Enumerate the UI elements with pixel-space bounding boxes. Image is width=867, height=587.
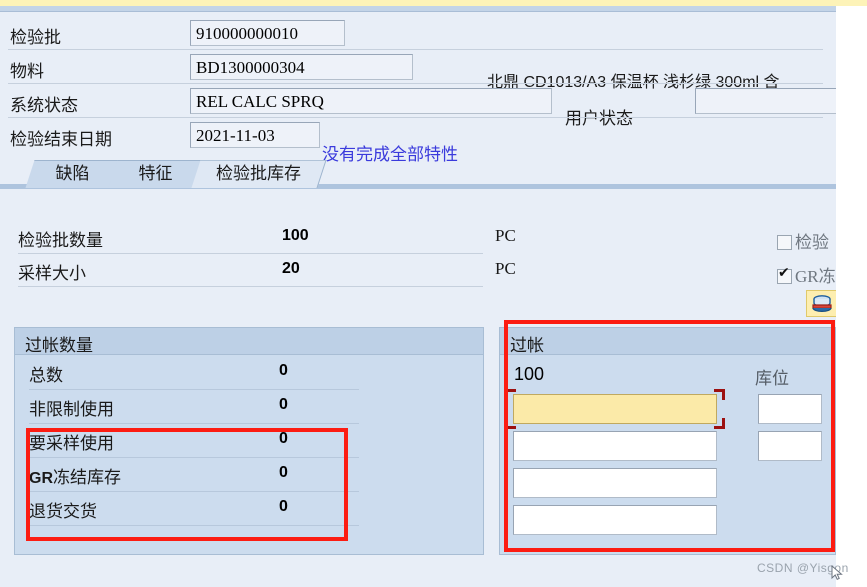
tab-defects[interactable]: 缺陷 <box>25 160 121 188</box>
tab-characteristics-label: 特征 <box>138 164 173 183</box>
top-accent-strip <box>0 0 867 6</box>
quantity-row-sample-size: 采样大小 20 PC <box>0 256 836 289</box>
quantity-row-lot-qty: 检验批数量 100 PC <box>0 223 836 256</box>
label-gr-blocked-stock: GR冻结库存 <box>29 463 121 488</box>
label-system-status: 系统状态 <box>10 96 78 115</box>
posting-quantity-value: 100 <box>514 364 545 384</box>
input-inspection-end-date[interactable]: 2021-11-03 <box>190 122 320 148</box>
table-row: 要采样使用 0 <box>15 425 483 459</box>
label-to-sample-use: 要采样使用 <box>29 434 114 453</box>
input-user-status[interactable] <box>695 88 836 114</box>
header-row-inspection-lot: 检验批 910000000010 <box>0 18 836 51</box>
table-row: 总数 0 <box>15 357 483 391</box>
posting-panel: 过帐 100 库位 <box>499 327 836 555</box>
label-inspection-end-date: 检验结束日期 <box>10 130 112 149</box>
table-row: 退货交货 0 <box>15 493 483 527</box>
checkbox-inspection-label: 检验 <box>795 233 829 252</box>
checkbox-row-inspection[interactable]: 检验 <box>777 228 829 253</box>
tab-inspection-lot-stock[interactable]: 检验批库存 <box>191 160 327 188</box>
tab-characteristics[interactable]: 特征 <box>108 160 204 188</box>
label-gr-prefix: GR <box>29 470 53 487</box>
label-sample-size: 采样大小 <box>18 264 86 283</box>
value-to-sample-use[interactable]: 0 <box>279 430 288 448</box>
input-material[interactable]: BD1300000304 <box>190 54 413 80</box>
label-gr-blocked-stock-text: 冻结库存 <box>53 468 121 487</box>
storage-location-input-2[interactable] <box>758 431 822 461</box>
uom-lot-quantity: PC <box>495 226 516 245</box>
posting-quantity-panel-title: 过帐数量 <box>25 336 93 355</box>
checkbox-inspection-icon[interactable] <box>777 234 792 250</box>
checkbox-row-gr-blocked[interactable]: GR冻 <box>777 262 836 287</box>
label-lot-quantity: 检验批数量 <box>18 231 103 250</box>
posting-input-4[interactable] <box>513 505 717 535</box>
posting-input-1[interactable] <box>513 394 717 424</box>
row-divider-1 <box>29 389 359 390</box>
stock-overview-button[interactable] <box>806 290 836 317</box>
value-return-delivery[interactable]: 0 <box>279 498 288 516</box>
label-return-delivery: 退货交货 <box>29 502 97 521</box>
uom-sample-size: PC <box>495 259 516 278</box>
quantity-section: 检验批数量 100 PC 采样大小 20 PC <box>0 190 836 320</box>
row-divider-3 <box>29 457 359 458</box>
sap-application-window: 检验批 910000000010 物料 BD1300000304 北鼎 CD10… <box>0 0 836 587</box>
label-total-quantity: 总数 <box>29 366 63 385</box>
tab-inspection-lot-stock-label: 检验批库存 <box>216 164 301 183</box>
posting-input-2[interactable] <box>513 431 717 461</box>
stock-overview-icon <box>812 295 832 312</box>
checkbox-gr-blocked-icon[interactable] <box>777 265 792 284</box>
value-gr-blocked-stock[interactable]: 0 <box>279 464 288 482</box>
posting-quantity-panel-header: 过帐数量 <box>15 328 483 355</box>
header-row-system-status: 系统状态 REL CALC SPRQ <box>0 86 836 119</box>
value-sample-size: 20 <box>282 260 300 277</box>
tab-defects-label: 缺陷 <box>55 164 90 183</box>
mouse-cursor-icon <box>831 565 843 580</box>
value-unrestricted-use[interactable]: 0 <box>279 396 288 414</box>
label-storage-location: 库位 <box>755 369 789 388</box>
storage-location-input-1[interactable] <box>758 394 822 424</box>
tab-strip: 缺陷 特征 检验批库存 <box>0 158 836 189</box>
label-inspection-lot: 检验批 <box>10 28 61 47</box>
table-row: GR冻结库存 0 <box>15 459 483 493</box>
table-row: 非限制使用 0 <box>15 391 483 425</box>
posting-panel-header: 过帐 <box>500 328 835 355</box>
row-divider-2 <box>29 423 359 424</box>
posting-quantity-panel: 过帐数量 总数 0 非限制使用 0 要采样使用 0 GR冻结库存 0 退货交货 … <box>14 327 484 555</box>
posting-panel-title: 过帐 <box>510 336 544 355</box>
inspection-lot-header-form: 检验批 910000000010 物料 BD1300000304 北鼎 CD10… <box>0 12 836 164</box>
row-divider-4 <box>29 491 359 492</box>
label-unrestricted-use: 非限制使用 <box>29 400 114 419</box>
checkbox-gr-blocked-label: GR冻 <box>795 267 836 286</box>
quantity-divider-1 <box>18 253 483 254</box>
header-divider-2 <box>8 83 823 84</box>
input-inspection-lot[interactable]: 910000000010 <box>190 20 345 46</box>
header-divider-3 <box>8 117 823 118</box>
value-total-quantity[interactable]: 0 <box>279 362 288 380</box>
label-material: 物料 <box>10 62 44 81</box>
posting-input-3[interactable] <box>513 468 717 498</box>
input-system-status[interactable]: REL CALC SPRQ <box>190 88 552 114</box>
quantity-divider-2 <box>18 286 483 287</box>
row-divider-5 <box>29 525 359 526</box>
value-lot-quantity: 100 <box>282 227 309 244</box>
header-divider-1 <box>8 49 823 50</box>
